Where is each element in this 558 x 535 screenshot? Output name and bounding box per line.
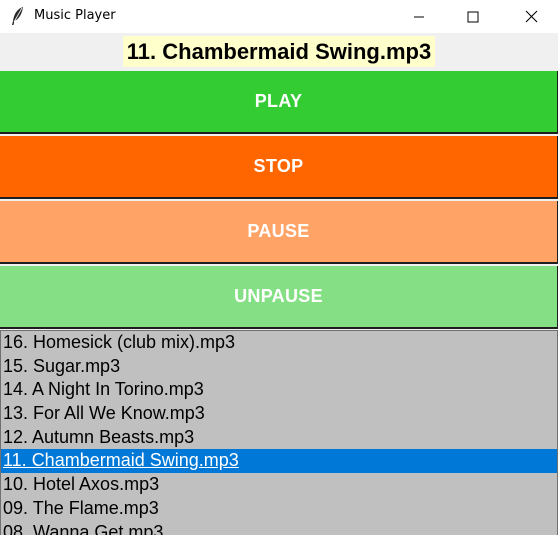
- unpause-button[interactable]: UNPAUSE: [0, 266, 558, 329]
- close-button[interactable]: [508, 0, 554, 33]
- playlist-item[interactable]: 13. For All We Know.mp3: [1, 402, 557, 426]
- close-icon: [525, 10, 537, 23]
- minimize-icon: [414, 16, 424, 17]
- now-playing-bar: 11. Chambermaid Swing.mp3: [0, 33, 558, 69]
- pause-button[interactable]: PAUSE: [0, 201, 558, 264]
- maximize-icon: [467, 11, 479, 22]
- playlist-item-label: 08. Wanna Get.mp3: [3, 521, 164, 535]
- playlist-item[interactable]: 08. Wanna Get.mp3: [1, 521, 557, 535]
- playlist-item[interactable]: 16. Homesick (club mix).mp3: [1, 331, 557, 355]
- title-bar: Music Player: [0, 0, 558, 33]
- playlist-item[interactable]: 14. A Night In Torino.mp3: [1, 378, 557, 402]
- play-button[interactable]: PLAY: [0, 71, 558, 134]
- playlist-item-label: 13. For All We Know.mp3: [3, 403, 205, 424]
- playlist-item-label: 12. Autumn Beasts.mp3: [3, 426, 195, 447]
- maximize-button[interactable]: [450, 0, 496, 33]
- window-title: Music Player: [34, 8, 116, 23]
- playlist-item[interactable]: 15. Sugar.mp3: [1, 355, 557, 379]
- playlist-item-label: 14. A Night In Torino.mp3: [3, 379, 204, 400]
- playlist-item-label: 15. Sugar.mp3: [3, 355, 121, 376]
- feather-icon: [11, 6, 25, 26]
- now-playing-title: 11. Chambermaid Swing.mp3: [122, 35, 436, 67]
- playlist-item-label: 16. Homesick (club mix).mp3: [3, 332, 236, 352]
- playlist-item[interactable]: 09. The Flame.mp3: [1, 497, 557, 521]
- playlist-item-label: 09. The Flame.mp3: [3, 497, 159, 518]
- playlist-item-label: 11. Chambermaid Swing.mp3: [3, 450, 239, 471]
- stop-button[interactable]: STOP: [0, 136, 558, 199]
- playlist-item[interactable]: 10. Hotel Axos.mp3: [1, 473, 557, 497]
- minimize-button[interactable]: [396, 0, 442, 33]
- playlist-item[interactable]: 11. Chambermaid Swing.mp3: [1, 449, 557, 474]
- playlist-listbox[interactable]: 16. Homesick (club mix).mp3 15. Sugar.mp3…: [0, 330, 558, 535]
- playlist-item[interactable]: 12. Autumn Beasts.mp3: [1, 426, 557, 450]
- playlist-item-label: 10. Hotel Axos.mp3: [3, 474, 160, 495]
